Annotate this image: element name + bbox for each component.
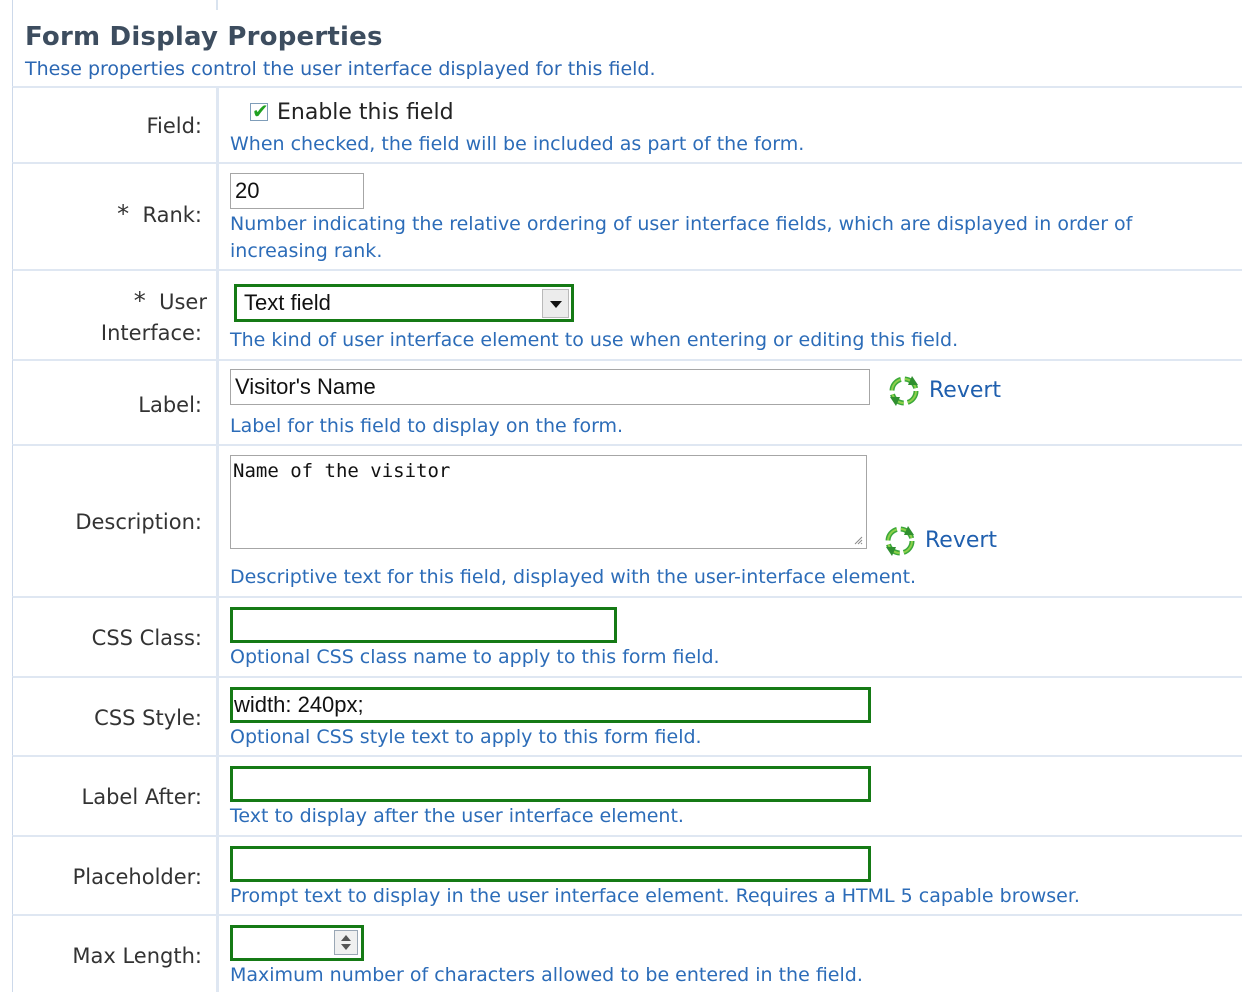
- user-interface-label-text: User: [159, 290, 207, 314]
- row-label-after: Label After: Text to display after the u…: [12, 755, 1242, 835]
- label-revert-button[interactable]: Revert: [885, 371, 1001, 409]
- label-cell: Placeholder:: [13, 837, 219, 914]
- chevron-down-icon[interactable]: [542, 289, 569, 318]
- value-cell: Name of the visitor Revert Descriptive t…: [230, 446, 1242, 596]
- css-class-input[interactable]: [230, 607, 617, 643]
- description-label: Description:: [75, 510, 202, 534]
- resize-grip-icon[interactable]: [853, 535, 863, 545]
- properties-table: Field: ✔ Enable this field When checked,…: [12, 86, 1242, 992]
- label-cell: Label:: [13, 361, 219, 444]
- enable-field-label[interactable]: Enable this field: [277, 100, 454, 125]
- label-after-label: Label After:: [81, 785, 202, 809]
- user-interface-label-line1: * User: [134, 285, 207, 319]
- label-cell: Description:: [13, 446, 219, 596]
- top-border: [12, 0, 1242, 10]
- user-interface-hint: The kind of user interface element to us…: [230, 329, 959, 351]
- label-cell: CSS Class:: [13, 598, 219, 676]
- value-cell: Optional CSS class name to apply to this…: [230, 598, 1242, 676]
- value-cell: width: 240px; Optional CSS style text to…: [230, 678, 1242, 755]
- value-cell: Visitor's Name Revert Label for this fie…: [230, 361, 1242, 444]
- label-cell: Max Length:: [13, 916, 219, 992]
- section-title: Form Display Properties: [25, 22, 383, 52]
- css-class-hint: Optional CSS class name to apply to this…: [230, 646, 720, 668]
- row-placeholder: Placeholder: Prompt text to display in t…: [12, 835, 1242, 914]
- value-cell: Text to display after the user interface…: [230, 757, 1242, 835]
- description-value: Name of the visitor: [233, 460, 451, 482]
- css-class-label: CSS Class:: [91, 626, 202, 650]
- refresh-cycle-icon: [889, 376, 919, 406]
- value-cell: Text field The kind of user interface el…: [230, 271, 1242, 359]
- placeholder-input[interactable]: [230, 846, 871, 882]
- field-label: Field:: [146, 114, 202, 138]
- label-revert-text: Revert: [929, 377, 1002, 403]
- label-field-label: Label:: [138, 393, 202, 417]
- rank-label-text: Rank:: [142, 203, 202, 227]
- enable-field-checkbox[interactable]: ✔: [250, 99, 269, 123]
- label-cell: Field:: [13, 88, 219, 162]
- label-cell: * Rank:: [13, 164, 219, 269]
- user-interface-select[interactable]: Text field: [234, 284, 574, 322]
- row-max-length: Max Length: Maximum number of characters…: [12, 914, 1242, 992]
- rank-hint-line1: Number indicating the relative ordering …: [230, 213, 1133, 235]
- description-textarea[interactable]: Name of the visitor: [230, 455, 867, 549]
- value-cell: 20 Number indicating the relative orderi…: [230, 164, 1242, 269]
- user-interface-selected: Text field: [244, 290, 331, 315]
- label-cell: Label After:: [13, 757, 219, 835]
- label-after-hint: Text to display after the user interface…: [230, 805, 684, 827]
- section-header: Form Display Properties These properties…: [12, 10, 1242, 88]
- value-cell: ✔ Enable this field When checked, the fi…: [230, 88, 1242, 162]
- label-cell: CSS Style:: [13, 678, 219, 755]
- refresh-cycle-icon: [885, 526, 915, 556]
- description-hint: Descriptive text for this field, display…: [230, 566, 917, 588]
- row-rank: * Rank: 20 Number indicating the relativ…: [12, 162, 1242, 269]
- label-after-input[interactable]: [230, 766, 871, 802]
- placeholder-label: Placeholder:: [72, 865, 202, 889]
- user-interface-label-line2: Interface:: [100, 321, 202, 345]
- section-subtitle: These properties control the user interf…: [25, 58, 656, 80]
- row-label: Label: Visitor's Name Revert Label for t…: [12, 359, 1242, 444]
- label-cell: * User Interface:: [13, 271, 219, 359]
- description-revert-button[interactable]: Revert: [881, 521, 997, 559]
- placeholder-hint: Prompt text to display in the user inter…: [230, 885, 1080, 907]
- label-input[interactable]: Visitor's Name: [230, 369, 870, 405]
- max-length-input[interactable]: [230, 925, 364, 961]
- row-description: Description: Name of the visitor Revert …: [12, 444, 1242, 596]
- value-cell: Maximum number of characters allowed to …: [230, 916, 1242, 992]
- checkmark-icon: ✔: [252, 99, 269, 123]
- description-revert-text: Revert: [925, 527, 998, 553]
- field-hint: When checked, the field will be included…: [230, 133, 805, 155]
- row-user-interface: * User Interface: Text field The kind of…: [12, 269, 1242, 359]
- max-length-hint: Maximum number of characters allowed to …: [230, 964, 863, 986]
- label-hint: Label for this field to display on the f…: [230, 415, 624, 437]
- row-field: Field: ✔ Enable this field When checked,…: [12, 86, 1242, 162]
- required-marker: *: [117, 200, 130, 228]
- css-style-hint: Optional CSS style text to apply to this…: [230, 726, 702, 748]
- required-marker: *: [133, 287, 146, 315]
- css-style-input[interactable]: width: 240px;: [230, 687, 871, 723]
- rank-hint-line2: increasing rank.: [230, 240, 383, 262]
- spinner-arrows-icon[interactable]: [334, 930, 358, 955]
- css-style-label: CSS Style:: [94, 706, 202, 730]
- row-css-class: CSS Class: Optional CSS class name to ap…: [12, 596, 1242, 676]
- rank-input[interactable]: 20: [230, 173, 364, 209]
- rank-label: * Rank:: [117, 198, 202, 232]
- max-length-label: Max Length:: [72, 944, 202, 968]
- row-css-style: CSS Style: width: 240px; Optional CSS st…: [12, 676, 1242, 755]
- value-cell: Prompt text to display in the user inter…: [230, 837, 1242, 914]
